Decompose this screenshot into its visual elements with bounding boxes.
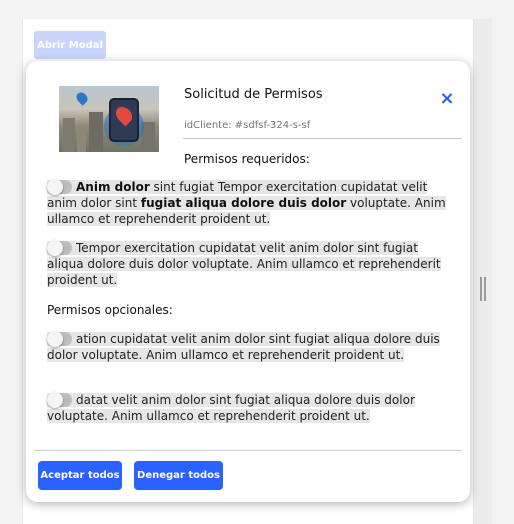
resize-handle[interactable] bbox=[480, 277, 486, 301]
permission-text: ation cupidatat velit anim dolor sint fu… bbox=[47, 332, 440, 362]
modal-title: Solicitud de Permisos bbox=[184, 87, 323, 102]
permission-item: Tempor exercitation cupidatat velit anim… bbox=[47, 240, 447, 288]
permission-item: datat velit anim dolor sint fugiat aliqu… bbox=[47, 392, 447, 424]
close-icon[interactable]: × bbox=[438, 90, 456, 108]
optional-permissions-title: Permisos opcionales: bbox=[47, 303, 173, 317]
footer-divider bbox=[34, 450, 462, 451]
open-modal-button[interactable]: Abrir Modal bbox=[34, 31, 106, 59]
permission-bold-lead: Anim dolor bbox=[76, 180, 150, 194]
right-rail bbox=[474, 19, 492, 524]
permission-item: ation cupidatat velit anim dolor sint fu… bbox=[47, 331, 447, 363]
permission-toggle[interactable] bbox=[47, 392, 72, 408]
permission-toggle[interactable] bbox=[47, 331, 72, 347]
deny-all-button[interactable]: Denegar todos bbox=[134, 461, 223, 490]
permission-text: datat velit anim dolor sint fugiat aliqu… bbox=[47, 393, 415, 423]
location-image bbox=[59, 86, 159, 152]
permission-toggle[interactable] bbox=[47, 240, 72, 256]
required-permissions-title: Permisos requeridos: bbox=[184, 152, 310, 166]
permission-item: Anim dolor sint fugiat Tempor exercitati… bbox=[47, 179, 447, 227]
permissions-modal: Solicitud de Permisos × Permisos requeri… bbox=[26, 61, 470, 502]
client-id-field[interactable] bbox=[183, 113, 462, 139]
permission-bold-mid: fugiat aliqua dolore duis dolor bbox=[140, 196, 347, 210]
accept-all-button[interactable]: Aceptar todos bbox=[38, 461, 122, 490]
permission-toggle[interactable] bbox=[47, 179, 72, 195]
phone-location-icon bbox=[109, 98, 139, 142]
location-pin-icon bbox=[74, 90, 90, 106]
permission-text: Tempor exercitation cupidatat velit anim… bbox=[47, 241, 441, 287]
